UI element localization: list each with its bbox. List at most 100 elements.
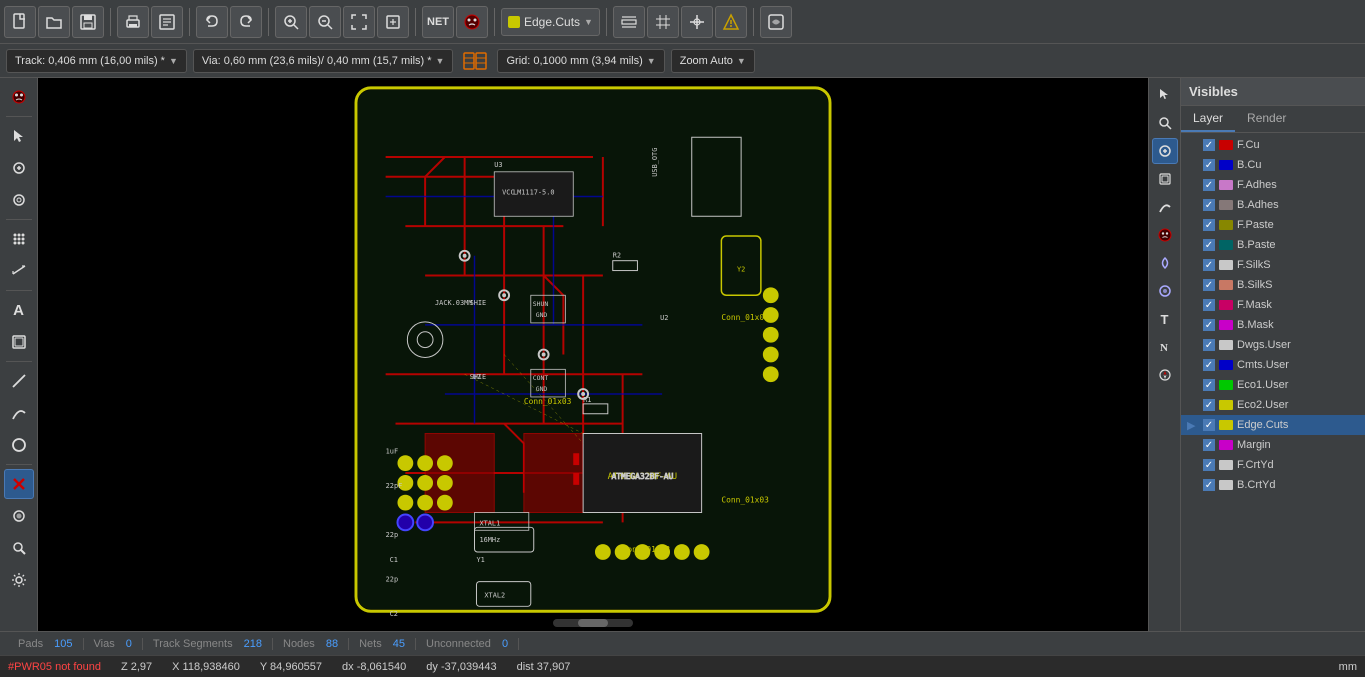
layer-selector[interactable]: Edge.Cuts ▼ [501, 8, 600, 36]
circle-tool[interactable] [4, 430, 34, 460]
right-icon-bar: T N [1148, 78, 1180, 631]
layer-checkbox-F.Paste[interactable]: ✓ [1203, 219, 1215, 231]
print-button[interactable] [117, 6, 149, 38]
layer-item-f-silks[interactable]: ✓F.SilkS [1181, 255, 1365, 275]
zoom-out-button[interactable] [309, 6, 341, 38]
zoom-fit-button[interactable] [343, 6, 375, 38]
spread-button[interactable] [613, 6, 645, 38]
diff-pair-tool[interactable] [4, 185, 34, 215]
zoom-selector[interactable]: Zoom Auto ▼ [671, 49, 755, 73]
via-label: Via: 0,60 mm (23,6 mils)/ 0,40 mm (15,7 … [202, 55, 432, 67]
pcb-canvas[interactable]: ATMEGA32BF-AU ATMEGA32BF-AU LM1117-5.0 U… [38, 78, 1148, 631]
layer-checkbox-F.Cu[interactable]: ✓ [1203, 139, 1215, 151]
layer-item-f-cu[interactable]: ✓F.Cu [1181, 135, 1365, 155]
grid-button[interactable] [647, 6, 679, 38]
settings-tool[interactable] [4, 565, 34, 595]
layer-item-eco1-user[interactable]: ✓Eco1.User [1181, 375, 1365, 395]
highlight-ri-button[interactable] [1152, 278, 1178, 304]
layer-item-b-silks[interactable]: ✓B.SilkS [1181, 275, 1365, 295]
pcb-view: ATMEGA32BF-AU ATMEGA32BF-AU LM1117-5.0 U… [38, 78, 1148, 631]
pcb-setup-button[interactable] [151, 6, 183, 38]
layer-item-cmts-user[interactable]: ✓Cmts.User [1181, 355, 1365, 375]
arc-tool[interactable] [4, 398, 34, 428]
layer-item-b-adhes[interactable]: ✓B.Adhes [1181, 195, 1365, 215]
north-ri-button[interactable]: N [1152, 334, 1178, 360]
layer-checkbox-F.SilkS[interactable]: ✓ [1203, 259, 1215, 271]
route-ri-button[interactable] [1152, 138, 1178, 164]
inspect-tool[interactable] [4, 533, 34, 563]
pads-ri-button[interactable] [1152, 166, 1178, 192]
select-ri-button[interactable] [1152, 82, 1178, 108]
layer-checkbox-F.Mask[interactable]: ✓ [1203, 299, 1215, 311]
net-inspector-button[interactable] [459, 48, 491, 74]
layer-item-edge-cuts[interactable]: ▶✓Edge.Cuts [1181, 415, 1365, 435]
layer-checkbox-F.CrtYd[interactable]: ✓ [1203, 459, 1215, 471]
open-folder-button[interactable] [38, 6, 70, 38]
zoom-in-button[interactable] [275, 6, 307, 38]
tab-render[interactable]: Render [1235, 106, 1298, 132]
horizontal-scrollbar[interactable] [553, 619, 633, 627]
drc-button[interactable] [456, 6, 488, 38]
drc-ri-button[interactable] [1152, 222, 1178, 248]
pads-stat: Pads 105 [8, 638, 84, 650]
layer-checkbox-B.Adhes[interactable]: ✓ [1203, 199, 1215, 211]
layer-item-f-adhes[interactable]: ✓F.Adhes [1181, 175, 1365, 195]
bug-tool[interactable] [4, 82, 34, 112]
layer-checkbox-Margin[interactable]: ✓ [1203, 439, 1215, 451]
track-selector[interactable]: Track: 0,406 mm (16,00 mils) * ▼ [6, 49, 187, 73]
layer-label-Dwgs.User: Dwgs.User [1237, 339, 1291, 351]
inspect-3d-button[interactable] [760, 6, 792, 38]
compass-ri-button[interactable] [1152, 362, 1178, 388]
inspect-ri-button[interactable] [1152, 110, 1178, 136]
zone-tool[interactable] [4, 327, 34, 357]
grid-selector[interactable]: Grid: 0,1000 mm (3,94 mils) ▼ [497, 49, 664, 73]
layer-checkbox-F.Adhes[interactable]: ✓ [1203, 179, 1215, 191]
svg-text:CONT: CONT [533, 374, 549, 382]
new-button[interactable] [4, 6, 36, 38]
undo-button[interactable] [196, 6, 228, 38]
layer-checkbox-B.Paste[interactable]: ✓ [1203, 239, 1215, 251]
netlist-button[interactable]: NET [422, 6, 454, 38]
highlight-tool[interactable] [4, 501, 34, 531]
tab-layer[interactable]: Layer [1181, 106, 1235, 132]
svg-text:U7: U7 [473, 373, 481, 381]
layer-item-dwgs-user[interactable]: ✓ Dwgs.User [1181, 335, 1365, 355]
save-button[interactable] [72, 6, 104, 38]
layer-checkbox-B.CrtYd[interactable]: ✓ [1203, 479, 1215, 491]
route-tool[interactable] [4, 153, 34, 183]
layer-checkbox-Dwgs.User[interactable]: ✓ [1203, 339, 1215, 351]
layer-item-b-paste[interactable]: ✓B.Paste [1181, 235, 1365, 255]
layer-color-indicator [508, 16, 520, 28]
layer-item-f-mask[interactable]: ✓F.Mask [1181, 295, 1365, 315]
error-message: #PWR05 not found [8, 661, 101, 673]
text-ri-button[interactable]: T [1152, 306, 1178, 332]
layer-checkbox-Cmts.User[interactable]: ✓ [1203, 359, 1215, 371]
layer-checkbox-Eco2.User[interactable]: ✓ [1203, 399, 1215, 411]
layer-checkbox-Edge.Cuts[interactable]: ✓ [1203, 419, 1215, 431]
measure-tool[interactable] [4, 256, 34, 286]
svg-text:22pF: 22pF [386, 482, 403, 490]
cross-button[interactable] [681, 6, 713, 38]
dots-tool[interactable] [4, 224, 34, 254]
layer-item-f-paste[interactable]: ✓F.Paste [1181, 215, 1365, 235]
line-ri-button[interactable] [1152, 194, 1178, 220]
layer-item-b-cu[interactable]: ✓B.Cu [1181, 155, 1365, 175]
drc-check-tool[interactable] [4, 469, 34, 499]
search-ri-button[interactable] [1152, 250, 1178, 276]
layer-item-b-mask[interactable]: ✓B.Mask [1181, 315, 1365, 335]
select-tool[interactable] [4, 121, 34, 151]
zoom-area-button[interactable] [377, 6, 409, 38]
layer-item-margin[interactable]: ✓Margin [1181, 435, 1365, 455]
via-selector[interactable]: Via: 0,60 mm (23,6 mils)/ 0,40 mm (15,7 … [193, 49, 454, 73]
text-tool[interactable]: A [4, 295, 34, 325]
layer-item-b-crtyd[interactable]: ✓B.CrtYd [1181, 475, 1365, 495]
line-tool[interactable] [4, 366, 34, 396]
layer-checkbox-B.SilkS[interactable]: ✓ [1203, 279, 1215, 291]
layer-checkbox-B.Mask[interactable]: ✓ [1203, 319, 1215, 331]
layer-item-eco2-user[interactable]: ✓Eco2.User [1181, 395, 1365, 415]
layer-item-f-crtyd[interactable]: ✓F.CrtYd [1181, 455, 1365, 475]
layer-checkbox-B.Cu[interactable]: ✓ [1203, 159, 1215, 171]
redo-button[interactable] [230, 6, 262, 38]
warning-button[interactable] [715, 6, 747, 38]
layer-checkbox-Eco1.User[interactable]: ✓ [1203, 379, 1215, 391]
